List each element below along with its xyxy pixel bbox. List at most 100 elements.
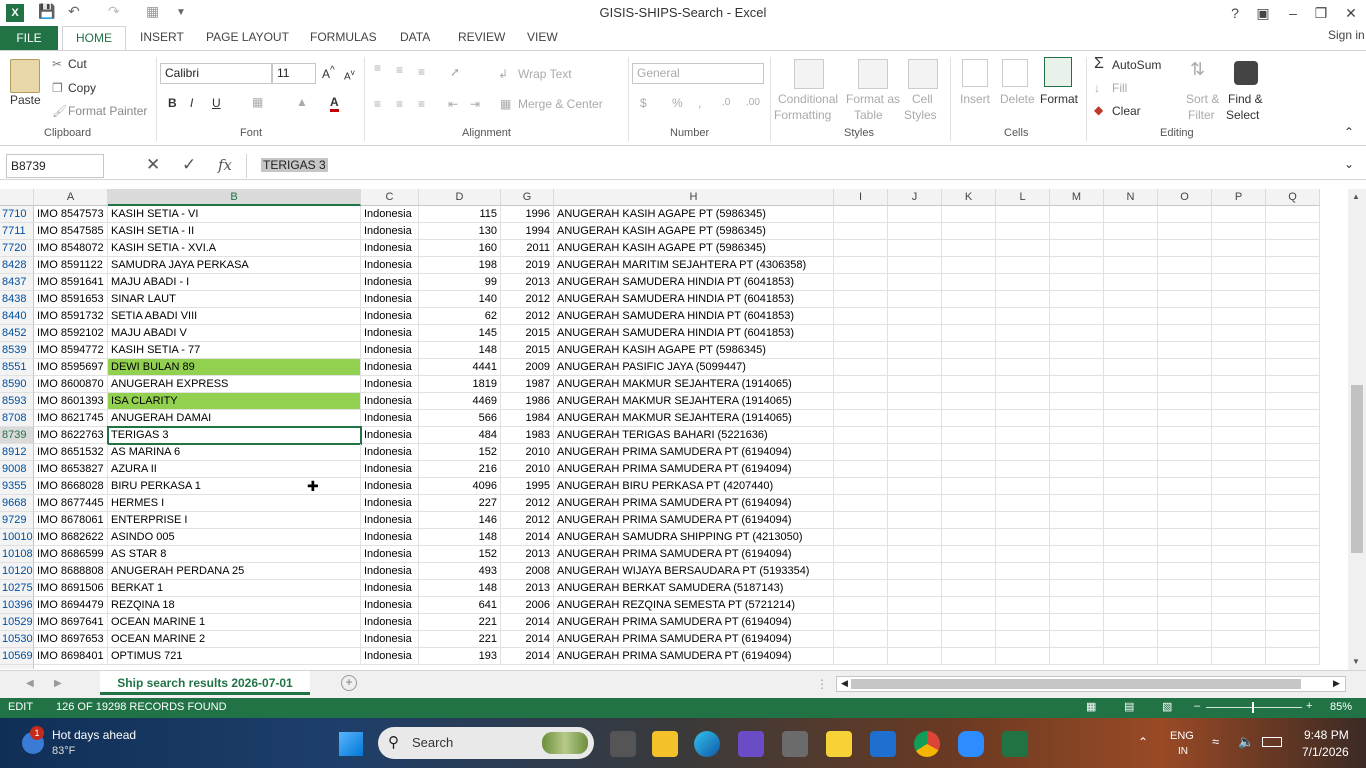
align-center-icon[interactable]: ≡ [396, 97, 403, 111]
cell-d[interactable]: 566 [419, 410, 501, 427]
copy-button[interactable]: Copy [68, 81, 96, 95]
capture-icon[interactable] [870, 731, 896, 757]
cell-g[interactable]: 1986 [501, 393, 554, 410]
column-header[interactable]: C [361, 189, 419, 206]
row-header[interactable]: 8440 [0, 308, 34, 325]
cell-empty[interactable] [942, 325, 996, 342]
cell-empty[interactable] [1212, 325, 1266, 342]
cell-c[interactable]: Indonesia [361, 563, 419, 580]
cell-g[interactable]: 2015 [501, 325, 554, 342]
cell-empty[interactable] [888, 223, 942, 240]
cell-empty[interactable] [888, 427, 942, 444]
cell-c[interactable]: Indonesia [361, 631, 419, 648]
cell-a[interactable]: IMO 8547585 [34, 223, 108, 240]
cell-empty[interactable] [1212, 359, 1266, 376]
cell-empty[interactable] [1104, 291, 1158, 308]
font-color-icon[interactable]: A [330, 95, 339, 112]
conditional-formatting-label-2[interactable]: Formatting [774, 108, 831, 122]
tab-view[interactable]: VIEW [527, 30, 558, 44]
cell-d[interactable]: 145 [419, 325, 501, 342]
cell-empty[interactable] [996, 240, 1050, 257]
cell-d[interactable]: 130 [419, 223, 501, 240]
cell-empty[interactable] [1104, 342, 1158, 359]
help-icon[interactable]: ? [1220, 2, 1250, 24]
cell-empty[interactable] [942, 342, 996, 359]
cell-empty[interactable] [1212, 597, 1266, 614]
battery-icon[interactable] [1262, 737, 1282, 747]
cell-empty[interactable] [942, 631, 996, 648]
cell-empty[interactable] [1212, 427, 1266, 444]
cell-c[interactable]: Indonesia [361, 359, 419, 376]
cell-b[interactable]: SINAR LAUT [108, 291, 361, 308]
cell-c[interactable]: Indonesia [361, 648, 419, 665]
cell-h[interactable]: ANUGERAH REZQINA SEMESTA PT (5721214) [554, 597, 834, 614]
cell-b[interactable]: TERIGAS 3 [108, 427, 361, 444]
cell-empty[interactable] [1266, 308, 1320, 325]
cell-empty[interactable] [996, 274, 1050, 291]
cell-empty[interactable] [834, 427, 888, 444]
row-header[interactable]: 7711 [0, 223, 34, 240]
tab-file[interactable]: FILE [0, 26, 58, 50]
bold-button[interactable]: B [168, 96, 177, 110]
cell-empty[interactable] [1266, 563, 1320, 580]
cell-empty[interactable] [996, 410, 1050, 427]
next-sheet-icon[interactable]: ▶ [54, 678, 62, 689]
cell-empty[interactable] [996, 359, 1050, 376]
cell-d[interactable]: 148 [419, 529, 501, 546]
cell-g[interactable]: 1994 [501, 223, 554, 240]
cell-empty[interactable] [996, 376, 1050, 393]
cell-empty[interactable] [1158, 495, 1212, 512]
zoom-app-icon[interactable] [958, 731, 984, 757]
cell-c[interactable]: Indonesia [361, 580, 419, 597]
cell-empty[interactable] [942, 427, 996, 444]
zoom-level[interactable]: 85% [1330, 701, 1352, 713]
cell-h[interactable]: ANUGERAH KASIH AGAPE PT (5986345) [554, 240, 834, 257]
cell-b[interactable]: KASIH SETIA - 77 [108, 342, 361, 359]
clock-time[interactable]: 9:48 PM [1304, 728, 1349, 742]
cell-b[interactable]: OCEAN MARINE 1 [108, 614, 361, 631]
cell-empty[interactable] [1212, 308, 1266, 325]
cell-a[interactable]: IMO 8547573 [34, 206, 108, 223]
cell-empty[interactable] [888, 546, 942, 563]
camera-icon[interactable] [782, 731, 808, 757]
cell-g[interactable]: 2014 [501, 529, 554, 546]
cell-empty[interactable] [1050, 546, 1104, 563]
cell-c[interactable]: Indonesia [361, 342, 419, 359]
cell-empty[interactable] [888, 257, 942, 274]
cell-empty[interactable] [1104, 444, 1158, 461]
cell-a[interactable]: IMO 8653827 [34, 461, 108, 478]
tab-insert[interactable]: INSERT [140, 30, 184, 44]
page-break-view-icon[interactable]: ▧ [1162, 700, 1172, 713]
cell-empty[interactable] [1212, 563, 1266, 580]
cell-empty[interactable] [888, 393, 942, 410]
cell-empty[interactable] [834, 648, 888, 665]
cell-empty[interactable] [1212, 631, 1266, 648]
cell-g[interactable]: 2009 [501, 359, 554, 376]
cell-empty[interactable] [1050, 410, 1104, 427]
cell-empty[interactable] [1158, 614, 1212, 631]
page-layout-view-icon[interactable]: ▤ [1124, 700, 1134, 713]
column-header[interactable]: Q [1266, 189, 1320, 206]
shrink-font-icon[interactable]: Av [344, 67, 355, 82]
cell-c[interactable]: Indonesia [361, 427, 419, 444]
cell-empty[interactable] [996, 308, 1050, 325]
cell-h[interactable]: ANUGERAH KASIH AGAPE PT (5986345) [554, 223, 834, 240]
cell-empty[interactable] [1266, 614, 1320, 631]
cell-c[interactable]: Indonesia [361, 410, 419, 427]
cell-empty[interactable] [1050, 444, 1104, 461]
cell-empty[interactable] [1212, 512, 1266, 529]
wifi-icon[interactable]: ≈ [1212, 734, 1219, 749]
tab-review[interactable]: REVIEW [458, 30, 505, 44]
cell-empty[interactable] [1158, 580, 1212, 597]
column-header[interactable]: D [419, 189, 501, 206]
cell-empty[interactable] [1266, 291, 1320, 308]
cell-empty[interactable] [1266, 240, 1320, 257]
cell-empty[interactable] [942, 257, 996, 274]
cell-empty[interactable] [996, 478, 1050, 495]
cell-empty[interactable] [1158, 546, 1212, 563]
cell-empty[interactable] [1266, 257, 1320, 274]
cell-empty[interactable] [888, 495, 942, 512]
cell-a[interactable]: IMO 8591732 [34, 308, 108, 325]
cell-empty[interactable] [1050, 274, 1104, 291]
cell-empty[interactable] [888, 325, 942, 342]
